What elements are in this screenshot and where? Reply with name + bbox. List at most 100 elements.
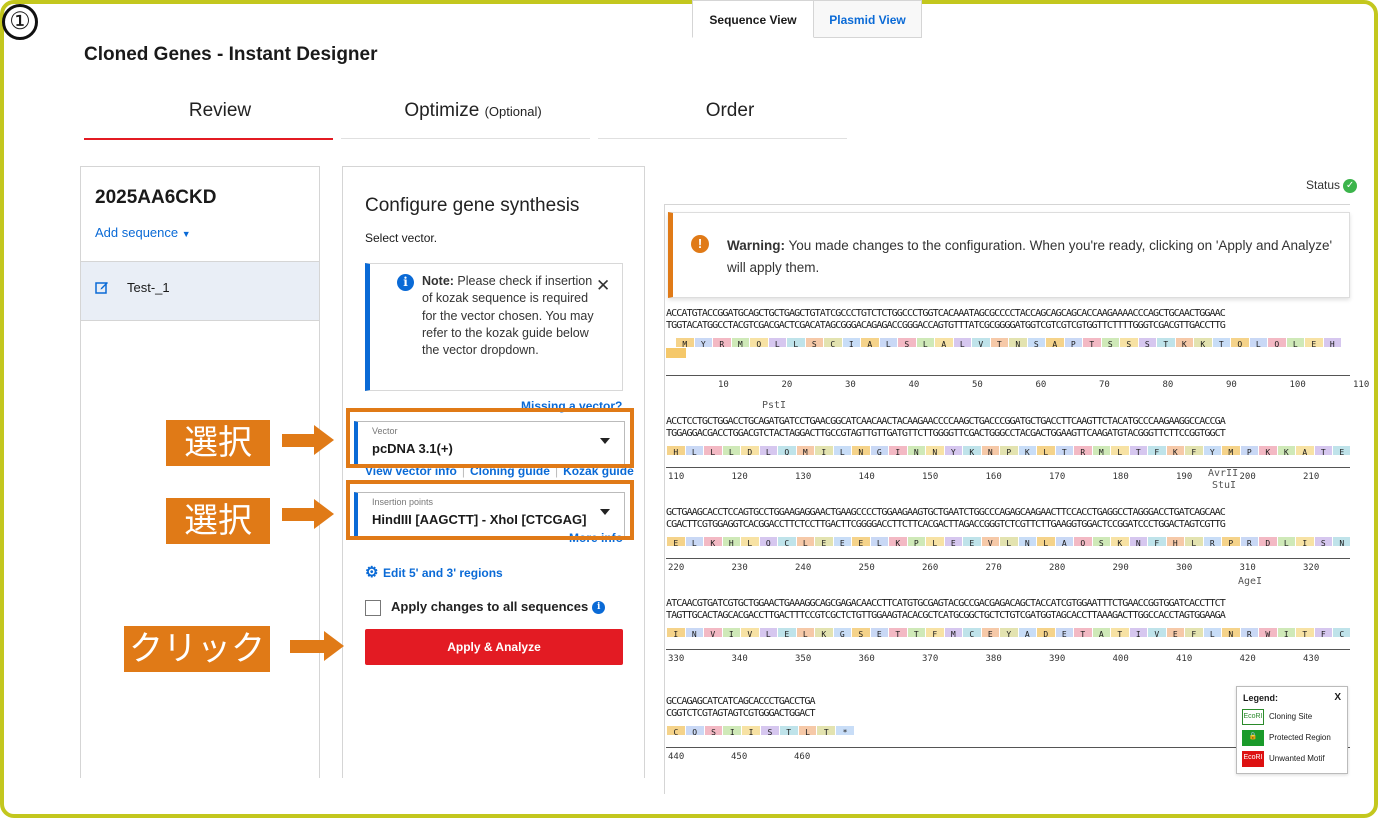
- amino-acid: L: [1037, 446, 1056, 455]
- amino-acid: G: [870, 446, 889, 455]
- step-number-badge: ①: [2, 4, 38, 40]
- ruler-tick-label: 420: [1239, 654, 1256, 664]
- amino-acid: L: [1111, 446, 1130, 455]
- amino-acid: A: [1046, 338, 1065, 347]
- tab-plasmid-view[interactable]: Plasmid View: [814, 0, 922, 38]
- tab-order[interactable]: Order: [680, 100, 780, 122]
- amino-acid: L: [833, 446, 852, 455]
- apply-all-checkbox[interactable]: [365, 599, 381, 616]
- amino-acid: Y: [944, 446, 963, 455]
- amino-acid: S: [805, 338, 824, 347]
- tab-sequence-view[interactable]: Sequence View: [692, 0, 814, 38]
- amino-acid: K: [1111, 537, 1130, 546]
- tab-optimize-label: Optimize: [404, 100, 480, 121]
- apply-analyze-button[interactable]: Apply & Analyze: [365, 629, 623, 665]
- configure-panel: Configure gene synthesis Select vector. …: [342, 166, 645, 778]
- amino-acid: K: [889, 537, 908, 546]
- amino-acid: L: [926, 537, 945, 546]
- legend-row-protected: 🔒 Protected Region: [1242, 730, 1331, 746]
- ruler-tick-label: 390: [1049, 654, 1066, 664]
- unwanted-motif-swatch: EcoRI: [1242, 751, 1264, 767]
- apply-all-checkbox-row[interactable]: Apply changes to all sequences i: [365, 599, 606, 616]
- restriction-site-label: PstI: [762, 400, 787, 411]
- amino-acid-track: HLLLDLQMILNGINNYKNPKLTRMLTFKFYMPKKATE: [666, 441, 1350, 455]
- amino-acid: F: [926, 628, 945, 637]
- edit-icon[interactable]: [95, 280, 109, 294]
- dna-bottom-strand: CGACTTCGTGGAGGTCACGGACCTTCTCCTTGACTTCGGG…: [666, 519, 1226, 530]
- amino-acid: M: [676, 338, 695, 347]
- amino-acid: Q: [1231, 338, 1250, 347]
- ruler-tick-label: 170: [1049, 472, 1066, 482]
- amino-acid: S: [898, 338, 917, 347]
- amino-acid: N: [1333, 537, 1350, 546]
- amino-acid: E: [852, 537, 871, 546]
- amino-acid: E: [1055, 628, 1074, 637]
- gears-icon: ⚙: [365, 564, 379, 581]
- amino-acid: E: [1333, 446, 1350, 455]
- add-sequence-dropdown[interactable]: Add sequence ▼: [95, 225, 191, 240]
- amino-acid: M: [1222, 446, 1241, 455]
- amino-acid: K: [1194, 338, 1213, 347]
- info-icon[interactable]: i: [592, 601, 606, 615]
- amino-acid: L: [759, 628, 778, 637]
- amino-acid: S: [1138, 338, 1157, 347]
- ruler-tick-label: 240: [795, 563, 812, 573]
- amino-acid: N: [1018, 537, 1037, 546]
- amino-acid: N: [981, 446, 1000, 455]
- amino-acid: L: [759, 446, 778, 455]
- amino-acid: N: [1222, 628, 1241, 637]
- legend-close-icon[interactable]: X: [1334, 692, 1341, 703]
- dna-bottom-strand: TAGTTGCACTAGCACGACCTTGACTTTCCGTCGCTCTGTT…: [666, 610, 1226, 621]
- amino-acid: E: [1305, 338, 1324, 347]
- ruler-tick-label: 80: [1162, 380, 1174, 390]
- amino-acid: V: [972, 338, 991, 347]
- amino-acid: R: [1074, 446, 1093, 455]
- restriction-site-label: StuI: [1212, 480, 1237, 491]
- amino-acid: L: [768, 338, 787, 347]
- tab-optimize[interactable]: Optimize (Optional): [388, 100, 558, 122]
- sequence-item[interactable]: Test-_1: [81, 261, 319, 321]
- edit-regions-label: Edit 5' and 3' regions: [383, 566, 503, 580]
- legend-box: Legend: X EcoRI Cloning Site 🔒 Protected R…: [1236, 686, 1348, 774]
- amino-acid: F: [1148, 537, 1167, 546]
- amino-acid: H: [1166, 537, 1185, 546]
- amino-acid: H: [1323, 338, 1342, 347]
- amino-acid: L: [796, 537, 815, 546]
- amino-acid: L: [1037, 537, 1056, 546]
- ruler-tick-label: 370: [922, 654, 939, 664]
- ruler-tick-label: 60: [1035, 380, 1047, 390]
- edit-regions-link[interactable]: ⚙ Edit 5' and 3' regions: [365, 563, 503, 581]
- note-text: Note: Please check if insertion of kozak…: [422, 273, 598, 359]
- ruler-tick-label: 110: [1353, 380, 1370, 390]
- close-icon[interactable]: ✕: [596, 276, 610, 296]
- ruler-tick-label: 160: [985, 472, 1002, 482]
- ruler-tick-label: 260: [922, 563, 939, 573]
- ruler-tick-label: 70: [1099, 380, 1110, 390]
- ruler-tick-label: 120: [731, 472, 748, 482]
- amino-acid: S: [760, 726, 780, 735]
- amino-acid: V: [741, 628, 760, 637]
- status-label: Status: [1306, 178, 1341, 192]
- amino-acid: L: [879, 338, 898, 347]
- amino-acid: L: [796, 628, 815, 637]
- note-bold: Note:: [422, 274, 454, 288]
- position-ruler: 220 230 240 250 260 270 280 290 300 310 320: [666, 558, 1350, 574]
- warning-body: You made changes to the configuration. W…: [727, 238, 1333, 275]
- amino-acid: I: [1296, 537, 1315, 546]
- amino-acid: F: [1314, 628, 1333, 637]
- ruler-tick-label: 350: [795, 654, 812, 664]
- amino-acid: T: [1314, 446, 1333, 455]
- amino-acid: I: [742, 726, 761, 735]
- amino-acid: A: [861, 338, 880, 347]
- amino-acid: L: [1185, 537, 1204, 546]
- ruler-tick-label: 320: [1303, 563, 1320, 573]
- amino-acid: Q: [1268, 338, 1287, 347]
- kozak-note: i Note: Please check if insertion of koz…: [365, 263, 623, 391]
- arrow-right-icon: [290, 631, 344, 661]
- tab-review[interactable]: Review: [170, 100, 270, 122]
- amino-acid: L: [1203, 628, 1222, 637]
- amino-acid: D: [1037, 628, 1056, 637]
- amino-acid: P: [907, 537, 926, 546]
- caret-down-icon: ▼: [181, 229, 191, 239]
- ruler-tick-label: 400: [1112, 654, 1129, 664]
